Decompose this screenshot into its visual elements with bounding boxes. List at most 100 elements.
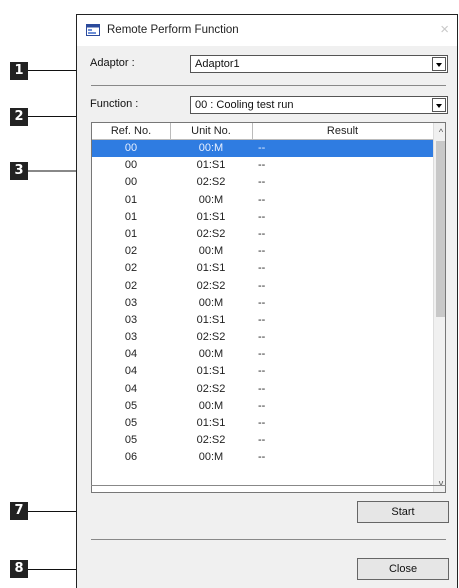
table-row[interactable]: 01 00:M -- — [92, 192, 433, 209]
ref-no-cell: 02 — [124, 262, 138, 275]
result-cell: -- — [258, 434, 266, 447]
unit-no-cell: 02:S2 — [196, 434, 226, 447]
table-row[interactable]: 04 01:S1 -- — [92, 363, 433, 380]
unit-no-cell: 02:S2 — [196, 227, 226, 240]
unit-no-cell: 00:M — [198, 245, 224, 258]
ref-no-cell: 04 — [124, 382, 138, 395]
table-row[interactable]: 04 00:M -- — [92, 346, 433, 363]
callout-7: 7 — [10, 502, 28, 520]
result-cell: -- — [258, 142, 266, 154]
function-select[interactable]: 00 : Cooling test run — [190, 96, 448, 114]
ref-no-cell: 01 — [124, 227, 138, 240]
unit-no-cell: 00:M — [198, 296, 224, 309]
table-row[interactable]: 03 01:S1 -- — [92, 312, 433, 329]
scrollbar-thumb[interactable] — [436, 141, 445, 317]
result-cell: -- — [258, 382, 266, 395]
callout-1: 1 — [10, 62, 28, 80]
ref-no-cell: 00 — [124, 159, 138, 172]
result-cell: -- — [258, 279, 266, 292]
result-cell: -- — [258, 210, 266, 223]
table-row[interactable]: 02 01:S1 -- — [92, 260, 433, 277]
ref-no-cell: 03 — [124, 331, 138, 344]
table-row[interactable]: 05 01:S1 -- — [92, 415, 433, 432]
column-header-unit-no[interactable]: Unit No. — [170, 125, 252, 137]
app-window-icon — [86, 24, 100, 36]
ref-no-cell: 00 — [124, 142, 138, 154]
unit-no-cell: 01:S1 — [196, 365, 226, 378]
vertical-scrollbar[interactable]: ^ v — [433, 123, 445, 492]
unit-no-cell: 01:S1 — [196, 313, 226, 326]
callout-2: 2 — [10, 108, 28, 126]
scroll-up-icon[interactable]: ^ — [434, 125, 445, 139]
scroll-down-icon[interactable]: v — [434, 476, 445, 490]
ref-no-cell: 06 — [124, 451, 138, 464]
column-header-result[interactable]: Result — [252, 125, 433, 137]
results-table[interactable]: Ref. No. Unit No. Result 00 00:M -- 00 01:S1… — [91, 122, 446, 493]
ref-no-cell: 03 — [124, 313, 138, 326]
unit-no-cell: 02:S2 — [196, 382, 226, 395]
unit-no-cell: 00:M — [198, 193, 224, 206]
table-row[interactable]: 04 02:S2 -- — [92, 381, 433, 398]
function-value: 00 : Cooling test run — [195, 99, 294, 111]
result-cell: -- — [258, 227, 266, 240]
ref-no-cell: 03 — [124, 296, 138, 309]
result-cell: -- — [258, 331, 266, 344]
table-row[interactable]: 05 02:S2 -- — [92, 432, 433, 449]
table-row[interactable]: 06 00:M -- — [92, 449, 433, 466]
table-row[interactable]: 02 00:M -- — [92, 243, 433, 260]
table-row[interactable]: 03 00:M -- — [92, 295, 433, 312]
ref-no-cell: 02 — [124, 245, 138, 258]
ref-no-cell: 05 — [124, 417, 138, 429]
table-row[interactable]: 00 01:S1 -- — [92, 157, 433, 174]
table-row[interactable]: 01 01:S1 -- — [92, 209, 433, 226]
title-bar: Remote Perform Function × — [77, 15, 457, 46]
ref-no-cell: 02 — [124, 279, 138, 292]
ref-no-cell: 00 — [124, 176, 138, 189]
result-cell: -- — [258, 313, 266, 326]
callout-8: 8 — [10, 560, 28, 578]
unit-no-cell: 02:S2 — [196, 176, 226, 189]
result-cell: -- — [258, 417, 266, 429]
table-body: 00 00:M -- 00 01:S1 -- 00 02:S2 -- 01 00:M -- 01 01:S… — [92, 140, 433, 467]
ref-no-cell: 04 — [124, 365, 138, 378]
ref-no-cell: 04 — [124, 348, 138, 361]
unit-no-cell: 00:M — [198, 451, 224, 464]
divider — [91, 485, 446, 486]
unit-no-cell: 00:M — [198, 399, 224, 412]
window-title: Remote Perform Function — [107, 24, 239, 36]
callout-2-leader — [28, 116, 78, 117]
chevron-down-icon[interactable] — [432, 98, 446, 112]
chevron-down-icon[interactable] — [432, 57, 446, 71]
table-row[interactable]: 00 00:M -- — [92, 140, 433, 158]
divider — [91, 85, 446, 86]
table-row[interactable]: 02 02:S2 -- — [92, 278, 433, 295]
result-cell: -- — [258, 159, 266, 172]
result-cell: -- — [258, 245, 266, 258]
result-cell: -- — [258, 365, 266, 378]
remote-perform-dialog: Remote Perform Function × Adaptor : Adap… — [76, 14, 458, 588]
result-cell: -- — [258, 296, 266, 309]
unit-no-cell: 01:S1 — [196, 210, 226, 223]
adaptor-value: Adaptor1 — [195, 58, 240, 70]
table-row[interactable]: 03 02:S2 -- — [92, 329, 433, 346]
ref-no-cell: 01 — [124, 210, 138, 223]
function-label: Function : — [90, 98, 139, 110]
column-header-ref-no[interactable]: Ref. No. — [92, 125, 170, 137]
adaptor-label: Adaptor : — [90, 57, 135, 69]
adaptor-select[interactable]: Adaptor1 — [190, 55, 448, 73]
close-icon[interactable]: × — [440, 21, 449, 38]
table-row[interactable]: 00 02:S2 -- — [92, 174, 433, 191]
table-row[interactable]: 01 02:S2 -- — [92, 226, 433, 243]
result-cell: -- — [258, 399, 266, 412]
ref-no-cell: 05 — [124, 434, 138, 447]
table-header: Ref. No. Unit No. Result — [92, 123, 433, 140]
result-cell: -- — [258, 451, 266, 464]
unit-no-cell: 02:S2 — [196, 331, 226, 344]
table-row[interactable]: 05 00:M -- — [92, 398, 433, 415]
callout-3: 3 — [10, 162, 28, 180]
result-cell: -- — [258, 193, 266, 206]
close-button[interactable]: Close — [357, 558, 449, 580]
unit-no-cell: 00:M — [198, 142, 224, 154]
unit-no-cell: 01:S1 — [196, 262, 226, 275]
start-button[interactable]: Start — [357, 501, 449, 523]
